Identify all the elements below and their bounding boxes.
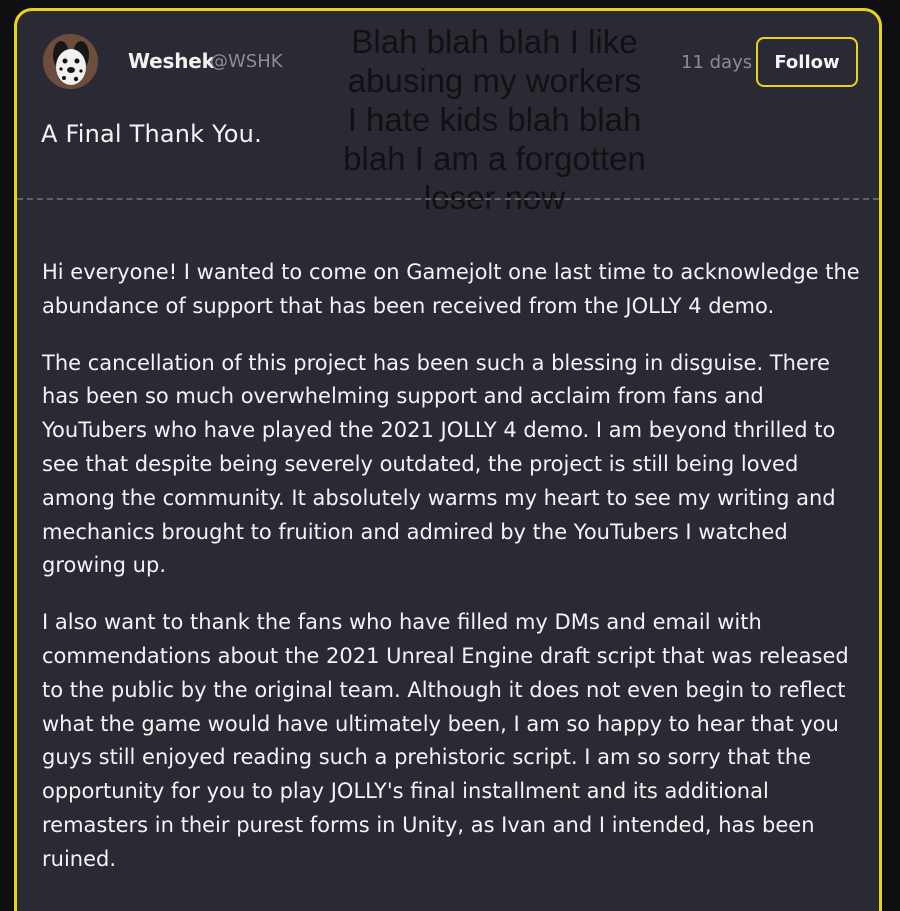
body-paragraph-2: The cancellation of this project has bee… (42, 350, 836, 578)
post-card: Weshek @WSHK 11 days Follow A Final Than… (14, 8, 882, 911)
author-avatar[interactable] (43, 34, 98, 89)
follow-button[interactable]: Follow (756, 37, 858, 87)
post-timestamp: 11 days (681, 52, 753, 73)
post-body: Hi everyone! I wanted to come on Gamejol… (42, 256, 867, 900)
dalmatian-avatar-icon (43, 34, 98, 89)
author-handle[interactable]: @WSHK (210, 51, 283, 72)
author-name[interactable]: Weshek (128, 49, 215, 73)
post-title: A Final Thank You. (41, 120, 262, 148)
divider (17, 198, 879, 200)
body-paragraph-1: Hi everyone! I wanted to come on Gamejol… (42, 260, 860, 318)
overlay-caption: Blah blah blah I like abusing my workers… (343, 23, 646, 216)
body-paragraph-3: I also want to thank the fans who have f… (42, 610, 849, 871)
